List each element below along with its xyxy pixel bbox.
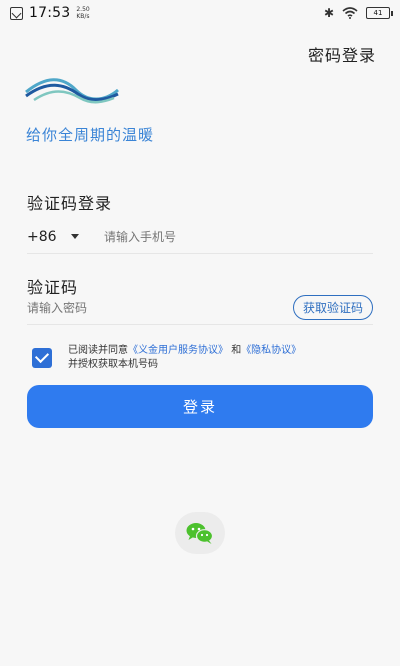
bluetooth-icon: ✱	[323, 6, 334, 20]
agreement-text: 已阅读并同意《义金用户服务协议》 和《隐私协议》 并授权获取本机号码	[68, 344, 301, 372]
get-code-button[interactable]: 获取验证码	[292, 295, 373, 320]
agreement-checkbox[interactable]	[32, 348, 52, 368]
code-input[interactable]	[27, 300, 293, 315]
brand-logo	[25, 78, 119, 104]
wechat-login-button[interactable]	[175, 512, 225, 554]
service-agreement-link[interactable]: 《义金用户服务协议》	[128, 345, 228, 356]
code-row: 获取验证码	[27, 291, 373, 325]
network-speed-value: 2.50	[76, 6, 90, 13]
privacy-agreement-link[interactable]: 《隐私协议》	[241, 345, 301, 356]
country-code[interactable]: +86	[27, 229, 71, 245]
battery-icon: 41	[366, 7, 393, 19]
network-speed-unit: KB/s	[76, 13, 90, 20]
phone-input[interactable]	[104, 229, 373, 244]
form-title: 验证码登录	[27, 194, 113, 213]
agreement: 已阅读并同意《义金用户服务协议》 和《隐私协议》 并授权获取本机号码	[32, 344, 377, 372]
wechat-icon	[186, 523, 214, 544]
password-login-link[interactable]: 密码登录	[308, 42, 376, 66]
agreement-line2: 并授权获取本机号码	[68, 359, 158, 370]
login-button[interactable]: 登录	[27, 385, 373, 428]
agreement-and: 和	[231, 345, 242, 356]
notification-icon	[10, 6, 23, 20]
agreement-prefix: 已阅读并同意	[68, 345, 128, 356]
brand-slogan: 给你全周期的温暖	[26, 126, 155, 144]
wifi-icon	[342, 7, 358, 19]
battery-level: 41	[373, 9, 383, 17]
status-bar: 17:53 2.50 KB/s ✱ 41	[0, 0, 400, 26]
network-speed: 2.50 KB/s	[76, 6, 89, 20]
phone-row: +86	[27, 220, 373, 254]
chevron-down-icon[interactable]	[71, 234, 79, 239]
status-time: 17:53	[29, 5, 71, 21]
